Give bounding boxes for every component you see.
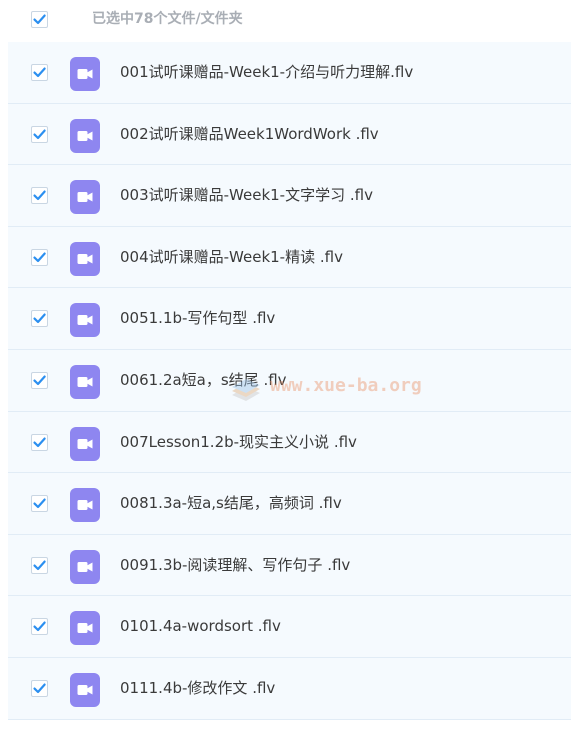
checkmark-icon <box>33 190 46 201</box>
file-row[interactable]: 004试听课赠品-Week1-精读 .flv <box>8 226 571 289</box>
file-name[interactable]: 0051.1b-写作句型 .flv <box>120 288 275 349</box>
file-row[interactable]: 0051.1b-写作句型 .flv <box>8 288 571 350</box>
checkmark-icon <box>33 252 46 262</box>
file-checkbox[interactable] <box>31 495 48 513</box>
checkmark-icon <box>33 313 46 324</box>
file-row[interactable]: 0081.3a-短a,s结尾，高频词 .flv <box>8 473 571 535</box>
file-row[interactable]: 0091.3b-阅读理解、写作句子 .flv <box>8 534 571 597</box>
file-row[interactable]: 0111.4b-修改作文 .flv <box>8 657 571 720</box>
video-file-icon <box>70 303 100 338</box>
video-file-icon <box>70 364 100 399</box>
checkmark-icon <box>33 621 46 632</box>
checkmark-icon <box>33 437 46 447</box>
file-checkbox[interactable] <box>31 679 48 697</box>
checkmark-icon <box>33 14 46 25</box>
selection-header: 已选中78个文件/文件夹 <box>8 0 571 40</box>
video-file-icon <box>70 57 100 91</box>
file-name[interactable]: 001试听课赠品-Week1-介绍与听力理解.flv <box>120 42 413 103</box>
video-file-icon <box>70 611 100 646</box>
file-name[interactable]: 0081.3a-短a,s结尾，高频词 .flv <box>120 473 342 534</box>
checkmark-icon <box>33 683 46 694</box>
file-row[interactable]: 0061.2a短a，s结尾 .flv <box>8 349 571 412</box>
file-name[interactable]: 0111.4b-修改作文 .flv <box>120 658 275 719</box>
file-row[interactable]: 001试听课赠品-Week1-介绍与听力理解.flv <box>8 42 571 104</box>
video-file-icon <box>70 426 100 461</box>
selection-count-label: 已选中78个文件/文件夹 <box>92 11 243 27</box>
file-name[interactable]: 0091.3b-阅读理解、写作句子 .flv <box>120 535 350 596</box>
file-name[interactable]: 002试听课赠品Week1WordWork .flv <box>120 104 379 165</box>
checkmark-icon <box>33 375 46 386</box>
file-row[interactable]: 0101.4a-wordsort .flv <box>8 596 571 658</box>
checkmark-icon <box>33 560 46 570</box>
file-checkbox[interactable] <box>31 556 48 574</box>
file-list-page: 已选中78个文件/文件夹 001试听课赠品-Week1-介绍与听力理解.flv 0… <box>0 0 571 734</box>
file-name[interactable]: 004试听课赠品-Week1-精读 .flv <box>120 227 343 288</box>
file-name[interactable]: 0101.4a-wordsort .flv <box>120 596 281 657</box>
video-file-icon <box>70 488 100 523</box>
file-row[interactable]: 002试听课赠品Week1WordWork .flv <box>8 103 571 166</box>
checkmark-icon <box>33 498 46 509</box>
file-checkbox[interactable] <box>31 618 48 636</box>
video-file-icon <box>70 180 100 215</box>
video-file-icon <box>70 118 100 153</box>
file-checkbox[interactable] <box>31 371 48 389</box>
checkmark-icon <box>33 67 46 78</box>
select-all-checkbox[interactable] <box>31 11 48 28</box>
file-name[interactable]: 007Lesson1.2b-现实主义小说 .flv <box>120 412 357 473</box>
file-checkbox[interactable] <box>31 310 48 328</box>
file-row[interactable]: 003试听课赠品-Week1-文字学习 .flv <box>8 165 571 227</box>
checkmark-icon <box>33 129 46 139</box>
video-file-icon <box>70 672 100 707</box>
file-checkbox[interactable] <box>31 248 48 266</box>
video-file-icon <box>70 549 100 584</box>
file-checkbox[interactable] <box>31 433 48 451</box>
file-checkbox[interactable] <box>31 64 48 81</box>
file-checkbox[interactable] <box>31 125 48 143</box>
file-name[interactable]: 0061.2a短a，s结尾 .flv <box>120 350 287 411</box>
file-checkbox[interactable] <box>31 187 48 205</box>
video-file-icon <box>70 241 100 276</box>
file-name[interactable]: 003试听课赠品-Week1-文字学习 .flv <box>120 165 373 226</box>
file-row[interactable]: 007Lesson1.2b-现实主义小说 .flv <box>8 411 571 474</box>
file-list: 001试听课赠品-Week1-介绍与听力理解.flv 002试听课赠品Week1W… <box>8 42 571 720</box>
